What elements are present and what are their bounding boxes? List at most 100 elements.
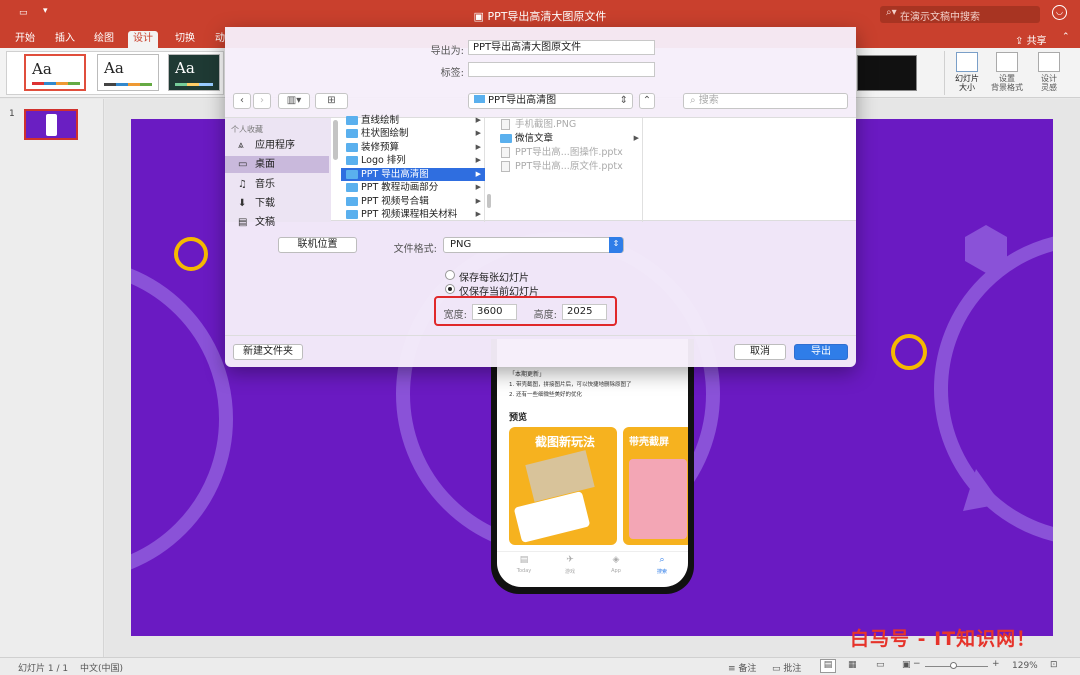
music-icon: ♫	[238, 179, 247, 190]
zoom-out-icon[interactable]: −	[913, 659, 921, 669]
theme-2[interactable]: Aa	[97, 54, 159, 91]
chevron-right-icon: ▶	[475, 183, 481, 191]
zoom-level[interactable]: 129%	[1012, 661, 1038, 671]
apps-icon: ⩓	[238, 140, 244, 151]
online-location-button[interactable]: 联机位置	[278, 237, 357, 253]
list-item[interactable]: Logo 排列 ▶	[341, 154, 485, 167]
dialog-search-field[interactable]: ⌕ 搜索	[683, 93, 848, 109]
today-tab-icon: ▤	[519, 555, 529, 565]
app-store-tabbar: ▤ Today ✈ 游戏 ◈ App ⌕ 搜索	[497, 551, 688, 587]
documents-icon: ▤	[238, 217, 248, 228]
export-as-field[interactable]: PPT导出高清大图原文件	[468, 40, 655, 55]
search-placeholder: 在演示文稿中搜索	[900, 12, 980, 23]
theme-office[interactable]: Aa	[24, 54, 86, 91]
tab-transitions[interactable]: 切换	[170, 31, 200, 48]
file-icon	[501, 161, 510, 172]
list-item[interactable]: 手机截图.PNG	[495, 118, 643, 131]
file-format-select[interactable]: PNG ⇕	[443, 237, 624, 253]
collapse-browser-button[interactable]: ⌃	[639, 93, 655, 109]
list-item[interactable]: PPT导出高...原文件.pptx	[495, 160, 643, 173]
design-ideas-icon	[1038, 52, 1060, 72]
finder-sidebar: 个人收藏 ⩓ 应用程序 ▭ 桌面 ♫ 音乐 ⬇ 下载 ▤ 文稿	[225, 118, 331, 228]
zoom-slider-thumb[interactable]	[950, 662, 957, 669]
file-icon	[501, 119, 510, 130]
feedback-smiley-icon[interactable]: ◡	[1052, 5, 1067, 20]
today-tab-label: Today	[516, 568, 532, 574]
list-item-selected[interactable]: PPT 导出高清图 ▶	[341, 168, 485, 181]
reading-view-icon[interactable]: ▭	[876, 660, 885, 670]
radio-save-every[interactable]	[445, 270, 455, 280]
tags-field[interactable]	[468, 62, 655, 77]
location-popup[interactable]: PPT导出高清图 ⇕	[468, 93, 633, 109]
new-folder-icon-button[interactable]: ⊞	[315, 93, 348, 109]
column-scrollbar[interactable]	[487, 194, 491, 208]
tab-draw[interactable]: 绘图	[89, 31, 119, 48]
normal-view-icon[interactable]: ▤	[820, 659, 836, 673]
forward-button[interactable]: ›	[253, 93, 271, 109]
folder-icon	[346, 143, 358, 152]
dialog-search-icon: ⌕	[690, 95, 699, 106]
column-2: 手机截图.PNG 微信文章 ▶ PPT导出高...图操作.pptx PPT导出高.…	[495, 118, 643, 222]
slide-thumbnail[interactable]	[24, 109, 78, 140]
sidebar-item-applications[interactable]: ⩓ 应用程序	[225, 137, 329, 154]
list-item[interactable]: PPT导出高...图操作.pptx	[495, 146, 643, 159]
width-input[interactable]: 3600	[472, 304, 517, 320]
notes-button[interactable]: ≡ 备注	[728, 661, 756, 674]
location-folder-icon	[474, 95, 485, 103]
list-item[interactable]: PPT 视频课程相关材料 ▶	[341, 208, 485, 221]
fit-slide-icon[interactable]: ⊡	[1050, 660, 1058, 670]
list-item[interactable]: 装修预算 ▶	[341, 141, 485, 154]
search-tab-label: 搜索	[656, 569, 667, 575]
list-item[interactable]: PPT 视频号合辑 ▶	[341, 195, 485, 208]
comments-button[interactable]: ▭ 批注	[772, 661, 801, 674]
radio-save-current[interactable]	[445, 284, 455, 294]
list-item[interactable]: 柱状图绘制 ▶	[341, 127, 485, 140]
folder-icon	[346, 197, 358, 206]
apps-tab-icon: ◈	[612, 555, 620, 565]
share-button[interactable]: ⇪ 共享	[1015, 32, 1047, 47]
cancel-button[interactable]: 取消	[734, 344, 786, 360]
folder-icon	[346, 116, 358, 125]
tab-home[interactable]: 开始	[10, 31, 40, 48]
slide-size-button[interactable]: 幻灯片 大小	[946, 52, 988, 92]
height-label: 高度:	[533, 310, 557, 321]
slide-number: 1	[9, 109, 15, 119]
tab-insert[interactable]: 插入	[50, 31, 80, 48]
design-ideas-button[interactable]: 设计 灵感	[1028, 52, 1070, 92]
variant-dark[interactable]	[857, 55, 917, 91]
preview-card-1: 截图新玩法	[509, 427, 617, 545]
language[interactable]: 中文(中国)	[80, 661, 123, 674]
format-background-button[interactable]: 设置 背景格式	[986, 52, 1028, 92]
sidebar-item-desktop[interactable]: ▭ 桌面	[225, 156, 329, 173]
update-title: 「本期更新」	[509, 371, 546, 378]
phone-screen: 「本期更新」 1. 带壳截图，拼接图片后，可以快捷地删除原图了 2. 还有一些细…	[497, 339, 688, 587]
height-input[interactable]: 2025	[562, 304, 607, 320]
folder-icon	[346, 156, 358, 165]
phone-mockup: 「本期更新」 1. 带壳截图，拼接图片后，可以快捷地删除原图了 2. 还有一些细…	[491, 339, 694, 594]
back-button[interactable]: ‹	[233, 93, 251, 109]
chevron-right-icon: ▶	[475, 116, 481, 124]
zoom-in-icon[interactable]: +	[992, 659, 1000, 669]
games-tab-icon: ✈	[566, 555, 574, 565]
chevron-right-icon: ▶	[475, 156, 481, 164]
width-label: 宽度:	[443, 310, 467, 321]
presenter-icon[interactable]: ▣	[902, 660, 911, 670]
collapse-ribbon-icon[interactable]: ⌃	[1062, 32, 1070, 42]
slide-sorter-icon[interactable]: ▦	[848, 660, 857, 670]
list-item[interactable]: 微信文章 ▶	[495, 132, 643, 145]
sidebar-item-music[interactable]: ♫ 音乐	[225, 176, 329, 193]
preview-card-1-title: 截图新玩法	[535, 435, 596, 449]
preview-heading: 预览	[509, 413, 528, 423]
sidebar-item-documents[interactable]: ▤ 文稿	[225, 214, 329, 231]
export-button[interactable]: 导出	[794, 344, 848, 360]
tab-design[interactable]: 设计	[128, 31, 158, 48]
sidebar-scrollbar[interactable]	[333, 120, 338, 160]
theme-3[interactable]: Aa	[168, 54, 220, 91]
new-folder-button[interactable]: 新建文件夹	[233, 344, 303, 360]
list-item[interactable]: 直线绘制 ▶	[341, 114, 485, 127]
sidebar-item-downloads[interactable]: ⬇ 下载	[225, 195, 329, 212]
new-folder-icon: ⊞	[327, 95, 336, 106]
search-field[interactable]: ⌕▾ 在演示文稿中搜索	[880, 6, 1040, 23]
list-item[interactable]: PPT 教程动画部分 ▶	[341, 181, 485, 194]
view-mode-button[interactable]: ▥▾	[278, 93, 310, 109]
